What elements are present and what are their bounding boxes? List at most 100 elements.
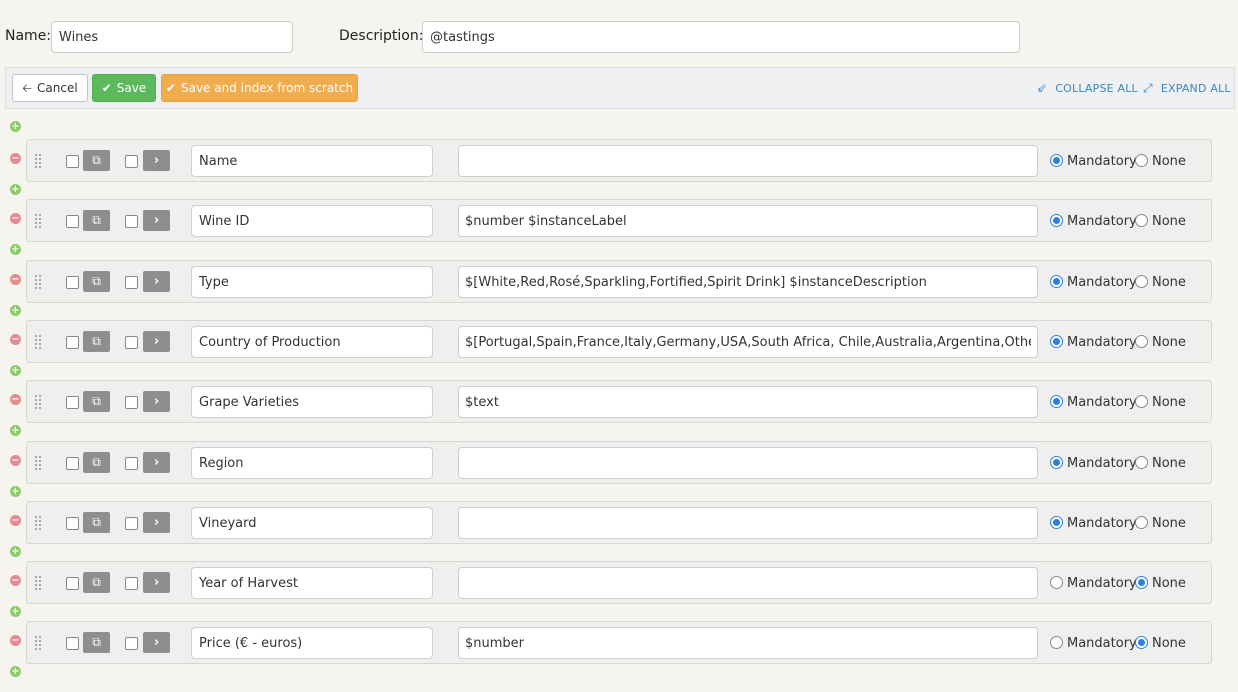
- field-name-input[interactable]: [191, 627, 433, 659]
- field-name-input[interactable]: [191, 447, 433, 479]
- field-option-checkbox[interactable]: [125, 215, 138, 228]
- remove-field-button[interactable]: −: [10, 274, 21, 285]
- drag-handle-icon[interactable]: [34, 575, 42, 591]
- copy-field-button[interactable]: ⧉: [83, 512, 110, 533]
- copy-field-button[interactable]: ⧉: [83, 271, 110, 292]
- field-select-checkbox[interactable]: [66, 637, 79, 650]
- field-name-input[interactable]: [191, 507, 433, 539]
- field-option-checkbox[interactable]: [125, 457, 138, 470]
- field-pattern-input[interactable]: [458, 627, 1038, 659]
- field-pattern-input[interactable]: [458, 447, 1038, 479]
- add-field-button[interactable]: +: [10, 244, 21, 255]
- field-name-input[interactable]: [191, 326, 433, 358]
- drag-handle-icon[interactable]: [34, 334, 42, 350]
- mandatory-radio[interactable]: [1050, 636, 1063, 649]
- drag-handle-icon[interactable]: [34, 394, 42, 410]
- field-pattern-input[interactable]: [458, 507, 1038, 539]
- field-details-button[interactable]: ›: [143, 150, 170, 171]
- add-field-button[interactable]: +: [10, 606, 21, 617]
- field-select-checkbox[interactable]: [66, 577, 79, 590]
- none-radio[interactable]: [1135, 335, 1148, 348]
- field-details-button[interactable]: ›: [143, 391, 170, 412]
- field-select-checkbox[interactable]: [66, 457, 79, 470]
- remove-field-button[interactable]: −: [10, 515, 21, 526]
- none-radio[interactable]: [1135, 636, 1148, 649]
- remove-field-button[interactable]: −: [10, 213, 21, 224]
- expand-all-link[interactable]: ⤢ EXPAND ALL: [1143, 81, 1231, 96]
- drag-handle-icon[interactable]: [34, 213, 42, 229]
- add-field-button[interactable]: +: [10, 666, 21, 677]
- add-field-button[interactable]: +: [10, 305, 21, 316]
- field-name-input[interactable]: [191, 266, 433, 298]
- mandatory-radio[interactable]: [1050, 335, 1063, 348]
- add-field-button[interactable]: +: [10, 546, 21, 557]
- field-pattern-input[interactable]: [458, 326, 1038, 358]
- mandatory-radio[interactable]: [1050, 395, 1063, 408]
- field-select-checkbox[interactable]: [66, 215, 79, 228]
- field-details-button[interactable]: ›: [143, 271, 170, 292]
- none-radio[interactable]: [1135, 214, 1148, 227]
- mandatory-radio[interactable]: [1050, 516, 1063, 529]
- field-select-checkbox[interactable]: [66, 517, 79, 530]
- drag-handle-icon[interactable]: [34, 274, 42, 290]
- field-pattern-input[interactable]: [458, 386, 1038, 418]
- remove-field-button[interactable]: −: [10, 575, 21, 586]
- name-input[interactable]: [51, 21, 293, 53]
- drag-handle-icon[interactable]: [34, 515, 42, 531]
- mandatory-radio[interactable]: [1050, 576, 1063, 589]
- copy-field-button[interactable]: ⧉: [83, 210, 110, 231]
- field-details-button[interactable]: ›: [143, 210, 170, 231]
- add-field-button[interactable]: +: [10, 365, 21, 376]
- copy-field-button[interactable]: ⧉: [83, 331, 110, 352]
- none-radio[interactable]: [1135, 395, 1148, 408]
- add-field-button[interactable]: +: [10, 184, 21, 195]
- field-option-checkbox[interactable]: [125, 517, 138, 530]
- remove-field-button[interactable]: −: [10, 334, 21, 345]
- field-name-input[interactable]: [191, 205, 433, 237]
- drag-handle-icon[interactable]: [34, 455, 42, 471]
- field-option-checkbox[interactable]: [125, 336, 138, 349]
- add-field-button[interactable]: +: [10, 121, 21, 132]
- field-option-checkbox[interactable]: [125, 155, 138, 168]
- none-radio[interactable]: [1135, 154, 1148, 167]
- field-details-button[interactable]: ›: [143, 572, 170, 593]
- mandatory-radio[interactable]: [1050, 275, 1063, 288]
- field-select-checkbox[interactable]: [66, 276, 79, 289]
- remove-field-button[interactable]: −: [10, 153, 21, 164]
- mandatory-radio[interactable]: [1050, 154, 1063, 167]
- field-pattern-input[interactable]: [458, 205, 1038, 237]
- drag-handle-icon[interactable]: [34, 635, 42, 651]
- field-select-checkbox[interactable]: [66, 396, 79, 409]
- cancel-button[interactable]: 🡠 Cancel: [12, 74, 88, 102]
- field-details-button[interactable]: ›: [143, 512, 170, 533]
- field-details-button[interactable]: ›: [143, 452, 170, 473]
- remove-field-button[interactable]: −: [10, 394, 21, 405]
- copy-field-button[interactable]: ⧉: [83, 452, 110, 473]
- field-pattern-input[interactable]: [458, 145, 1038, 177]
- field-details-button[interactable]: ›: [143, 331, 170, 352]
- remove-field-button[interactable]: −: [10, 635, 21, 646]
- copy-field-button[interactable]: ⧉: [83, 632, 110, 653]
- copy-field-button[interactable]: ⧉: [83, 572, 110, 593]
- field-select-checkbox[interactable]: [66, 155, 79, 168]
- field-option-checkbox[interactable]: [125, 276, 138, 289]
- description-input[interactable]: [422, 21, 1020, 53]
- save-button[interactable]: ✔ Save: [92, 74, 156, 102]
- add-field-button[interactable]: +: [10, 425, 21, 436]
- drag-handle-icon[interactable]: [34, 153, 42, 169]
- field-select-checkbox[interactable]: [66, 336, 79, 349]
- field-pattern-input[interactable]: [458, 567, 1038, 599]
- field-pattern-input[interactable]: [458, 266, 1038, 298]
- none-radio[interactable]: [1135, 516, 1148, 529]
- mandatory-radio[interactable]: [1050, 456, 1063, 469]
- copy-field-button[interactable]: ⧉: [83, 150, 110, 171]
- mandatory-radio[interactable]: [1050, 214, 1063, 227]
- add-field-button[interactable]: +: [10, 486, 21, 497]
- collapse-all-link[interactable]: ⇙ COLLAPSE ALL: [1037, 81, 1138, 95]
- save-and-index-button[interactable]: ✔ Save and index from scratch: [161, 74, 358, 102]
- field-option-checkbox[interactable]: [125, 637, 138, 650]
- field-option-checkbox[interactable]: [125, 577, 138, 590]
- none-radio[interactable]: [1135, 456, 1148, 469]
- field-option-checkbox[interactable]: [125, 396, 138, 409]
- none-radio[interactable]: [1135, 576, 1148, 589]
